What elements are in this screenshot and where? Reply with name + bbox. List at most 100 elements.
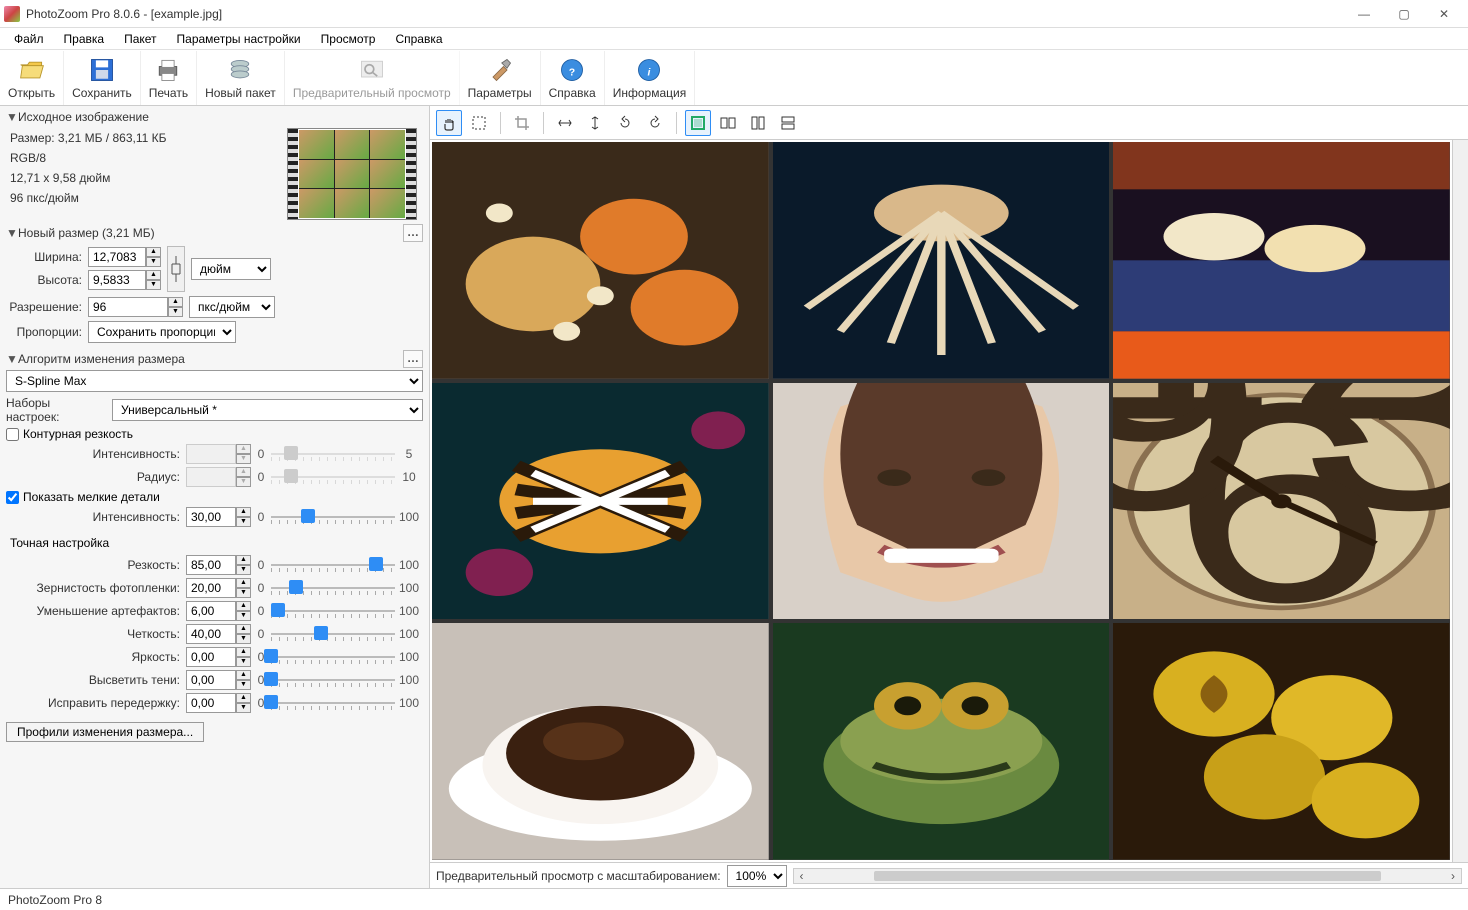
preset-select[interactable]: Универсальный * xyxy=(112,399,423,421)
resolution-spinner[interactable]: ▲▼ xyxy=(168,297,183,317)
shadows-slider[interactable] xyxy=(271,670,395,690)
help-icon: ? xyxy=(558,56,586,84)
resize-method-select[interactable]: S-Spline Max xyxy=(6,370,423,392)
resolution-label: Разрешение: xyxy=(6,300,88,314)
collapse-icon[interactable]: ▼ xyxy=(6,352,18,366)
sharpness-input[interactable] xyxy=(186,555,236,575)
slider-max: 5 xyxy=(395,447,423,461)
options-label: Параметры xyxy=(468,86,532,100)
width-label: Ширина: xyxy=(6,250,88,264)
open-button[interactable]: Открыть xyxy=(0,51,64,105)
menu-batch[interactable]: Пакет xyxy=(114,30,166,48)
new-batch-button[interactable]: Новый пакет xyxy=(197,51,285,105)
source-thumbnail[interactable] xyxy=(287,128,417,220)
vivid-input[interactable] xyxy=(186,647,236,667)
link-dimensions-button[interactable] xyxy=(167,246,185,292)
crop-tool-button[interactable] xyxy=(509,110,535,136)
menu-edit[interactable]: Правка xyxy=(54,30,115,48)
exposure-label: Исправить передержку: xyxy=(6,696,186,710)
hand-icon xyxy=(441,115,457,131)
unsharp-checkbox[interactable] xyxy=(6,428,19,441)
slider-max: 100 xyxy=(395,696,423,710)
fd-intensity-slider[interactable] xyxy=(271,507,395,527)
info-button[interactable]: i Информация xyxy=(605,51,695,105)
collapse-icon[interactable]: ▼ xyxy=(6,226,18,240)
zoom-label: Предварительный просмотр с масштабирован… xyxy=(436,869,721,883)
window-minimize-button[interactable]: — xyxy=(1344,1,1384,27)
print-button[interactable]: Печать xyxy=(141,51,197,105)
menubar: Файл Правка Пакет Параметры настройки Пр… xyxy=(0,28,1468,50)
shadows-spinner[interactable]: ▲▼ xyxy=(236,670,251,690)
artifact-input[interactable] xyxy=(186,601,236,621)
link-icon xyxy=(170,254,182,284)
slider-min: 0 xyxy=(251,604,271,618)
marquee-icon xyxy=(471,115,487,131)
window-close-button[interactable]: ✕ xyxy=(1424,1,1464,27)
crisp-spinner[interactable]: ▲▼ xyxy=(236,624,251,644)
fd-intensity-spinner[interactable]: ▲▼ xyxy=(236,507,251,527)
crisp-input[interactable] xyxy=(186,624,236,644)
sharpness-spinner[interactable]: ▲▼ xyxy=(236,555,251,575)
sharpness-label: Резкость: xyxy=(6,558,186,572)
grain-spinner[interactable]: ▲▼ xyxy=(236,578,251,598)
options-button[interactable]: Параметры xyxy=(460,51,541,105)
newsize-options-button[interactable]: … xyxy=(403,224,423,242)
unit-select[interactable]: дюйм xyxy=(191,258,271,280)
resize-presets-button[interactable]: Профили изменения размера... xyxy=(6,722,204,742)
view-single-button[interactable] xyxy=(685,110,711,136)
print-label: Печать xyxy=(149,86,188,100)
grain-slider[interactable] xyxy=(271,578,395,598)
menu-file[interactable]: Файл xyxy=(4,30,54,48)
collapse-icon[interactable]: ▼ xyxy=(6,110,18,124)
hand-tool-button[interactable] xyxy=(436,110,462,136)
view-split-v-button[interactable] xyxy=(745,110,771,136)
sharpness-slider[interactable] xyxy=(271,555,395,575)
vertical-scrollbar[interactable] xyxy=(1452,140,1468,862)
algo-options-button[interactable]: … xyxy=(403,350,423,368)
flip-horizontal-button[interactable] xyxy=(552,110,578,136)
grain-input[interactable] xyxy=(186,578,236,598)
artifact-slider[interactable] xyxy=(271,601,395,621)
resolution-unit-select[interactable]: пкс/дюйм xyxy=(189,296,275,318)
artifact-spinner[interactable]: ▲▼ xyxy=(236,601,251,621)
shadows-input[interactable] xyxy=(186,670,236,690)
finedetails-checkbox[interactable] xyxy=(6,491,19,504)
titlebar: PhotoZoom Pro 8.0.6 - [example.jpg] — ▢ … xyxy=(0,0,1468,28)
flip-vertical-button[interactable] xyxy=(582,110,608,136)
menu-settings[interactable]: Параметры настройки xyxy=(167,30,311,48)
view-split-h-button[interactable] xyxy=(715,110,741,136)
crisp-slider[interactable] xyxy=(271,624,395,644)
zoom-select[interactable]: 100% xyxy=(727,865,787,887)
save-button[interactable]: Сохранить xyxy=(64,51,141,105)
rotate-left-button[interactable] xyxy=(612,110,638,136)
height-input[interactable] xyxy=(88,270,146,290)
width-spinner[interactable]: ▲▼ xyxy=(146,247,161,267)
exposure-input[interactable] xyxy=(186,693,236,713)
fd-intensity-input[interactable] xyxy=(186,507,236,527)
vivid-slider[interactable] xyxy=(271,647,395,667)
artifact-label: Уменьшение артефактов: xyxy=(6,604,186,618)
marquee-tool-button[interactable] xyxy=(466,110,492,136)
open-label: Открыть xyxy=(8,86,55,100)
source-dims-label: 12,71 x 9,58 дюйм xyxy=(10,168,287,188)
help-button[interactable]: ? Справка xyxy=(541,51,605,105)
window-maximize-button[interactable]: ▢ xyxy=(1384,1,1424,27)
flip-h-icon xyxy=(557,115,573,131)
view-stack-button[interactable] xyxy=(775,110,801,136)
height-spinner[interactable]: ▲▼ xyxy=(146,270,161,290)
menu-help[interactable]: Справка xyxy=(385,30,452,48)
resolution-input[interactable] xyxy=(88,297,168,317)
preview-icon xyxy=(358,56,386,84)
width-input[interactable] xyxy=(88,247,146,267)
unsharp-radius-slider xyxy=(271,467,395,487)
horizontal-scrollbar[interactable]: ‹› xyxy=(793,868,1462,884)
menu-view[interactable]: Просмотр xyxy=(311,30,386,48)
vivid-spinner[interactable]: ▲▼ xyxy=(236,647,251,667)
rotate-right-button[interactable] xyxy=(642,110,668,136)
preview-image[interactable]: 12369 xyxy=(432,142,1450,860)
crop-icon xyxy=(514,115,530,131)
proportions-select[interactable]: Сохранить пропорции xyxy=(88,321,236,343)
exposure-slider[interactable] xyxy=(271,693,395,713)
exposure-spinner[interactable]: ▲▼ xyxy=(236,693,251,713)
svg-text:?: ? xyxy=(569,66,575,78)
